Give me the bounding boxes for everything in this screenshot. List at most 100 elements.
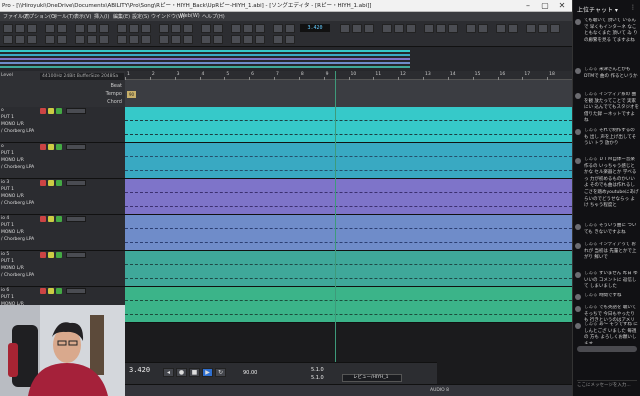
record-arm-button[interactable] [40, 144, 46, 150]
volume-fader[interactable] [66, 144, 86, 150]
tool-button[interactable] [394, 24, 404, 33]
tool-button[interactable] [231, 35, 241, 44]
solo-button[interactable] [48, 180, 54, 186]
tool-button[interactable] [201, 35, 211, 44]
audio-clip[interactable] [125, 143, 572, 179]
tool-button[interactable] [183, 35, 193, 44]
tool-button[interactable] [183, 24, 193, 33]
tempo-marker[interactable]: 90 [127, 91, 136, 98]
menu-view[interactable]: 表示(V) [74, 13, 91, 20]
tool-button[interactable] [45, 24, 55, 33]
record-arm-button[interactable] [40, 252, 46, 258]
tool-button[interactable] [340, 24, 350, 33]
tool-button[interactable] [99, 24, 109, 33]
record-arm-button[interactable] [40, 288, 46, 294]
tool-button[interactable] [255, 35, 265, 44]
tool-button[interactable] [27, 24, 37, 33]
minimize-button[interactable]: – [520, 0, 536, 12]
mute-button[interactable] [56, 108, 62, 114]
tool-button[interactable] [496, 24, 506, 33]
tool-button[interactable] [57, 35, 67, 44]
tool-button[interactable] [159, 24, 169, 33]
tool-button[interactable] [129, 24, 139, 33]
track-header[interactable]: io 5 PUT 1 MONO L/R / Chorberg LPA [0, 251, 125, 287]
tool-button[interactable] [550, 24, 560, 33]
rewind-button[interactable]: ◂ [163, 368, 174, 377]
tool-button[interactable] [213, 35, 223, 44]
tool-button[interactable] [364, 24, 374, 33]
solo-button[interactable] [48, 252, 54, 258]
tool-button[interactable] [466, 24, 476, 33]
tool-button[interactable] [171, 35, 181, 44]
tool-button[interactable] [273, 24, 283, 33]
chat-header[interactable]: 上位チャット ▾ [577, 5, 618, 14]
tool-button[interactable] [448, 24, 458, 33]
maximize-button[interactable]: ▢ [537, 0, 553, 12]
beat-value[interactable]: 5.1.0 [311, 367, 324, 373]
track-header[interactable]: o PUT 1 MONO L/R / Chorberg LPA [0, 143, 125, 179]
pen-mode-display[interactable]: レビュー/HIYH_1 [342, 374, 402, 382]
tool-button[interactable] [382, 24, 392, 33]
tool-button[interactable] [117, 35, 127, 44]
solo-button[interactable] [48, 216, 54, 222]
loop-button[interactable]: ↻ [215, 368, 226, 377]
record-arm-button[interactable] [40, 180, 46, 186]
bar-numbers[interactable]: 1 2 3 4 5 6 7 8 9 10 11 12 13 14 15 16 17 18 [125, 71, 572, 80]
menu-help[interactable]: ヘルプ(H) [202, 13, 225, 20]
tool-button[interactable] [352, 24, 362, 33]
menu-edit[interactable]: 編集(E) [113, 13, 130, 20]
tool-button[interactable] [201, 24, 211, 33]
audio-clip[interactable] [125, 107, 572, 143]
tool-button[interactable] [508, 24, 518, 33]
tool-button[interactable] [15, 35, 25, 44]
volume-fader[interactable] [66, 252, 86, 258]
menu-settings[interactable]: 設定(S) [132, 13, 149, 20]
tool-button[interactable] [117, 24, 127, 33]
tool-button[interactable] [285, 24, 295, 33]
track-header[interactable]: io 4 PUT 1 MONO L/R / Chorberg LPA [0, 215, 125, 251]
menu-tool[interactable]: ツール(T) [52, 13, 74, 20]
tool-button[interactable] [3, 35, 13, 44]
track-header[interactable]: o PUT 1 MONO L/R / Chorberg LPA [0, 107, 125, 143]
tool-button[interactable] [57, 24, 67, 33]
tool-button[interactable] [141, 35, 151, 44]
mute-button[interactable] [56, 288, 62, 294]
volume-fader[interactable] [66, 288, 86, 294]
audio-clip[interactable] [125, 179, 572, 215]
tool-button[interactable] [129, 35, 139, 44]
tool-button[interactable] [213, 24, 223, 33]
tempo-value[interactable]: 90.00 [243, 370, 257, 376]
volume-fader[interactable] [66, 216, 86, 222]
playhead-cursor[interactable] [335, 71, 336, 376]
beat-value-2[interactable]: 5.1.0 [311, 375, 324, 381]
song-overview[interactable] [0, 47, 572, 71]
tool-button[interactable] [75, 24, 85, 33]
tool-button[interactable] [15, 24, 25, 33]
tool-button[interactable] [99, 35, 109, 44]
mute-button[interactable] [56, 180, 62, 186]
tool-button[interactable] [27, 35, 37, 44]
chat-input[interactable]: ここにメッセージを入力... [577, 380, 637, 390]
audio-clip[interactable] [125, 251, 572, 287]
record-button[interactable]: ● [176, 368, 187, 377]
tool-button[interactable] [243, 24, 253, 33]
timeline-ruler[interactable]: 1 2 3 4 5 6 7 8 9 10 11 12 13 14 15 16 17 18 [125, 71, 572, 107]
solo-button[interactable] [48, 144, 54, 150]
tool-button[interactable] [45, 35, 55, 44]
volume-fader[interactable] [66, 108, 86, 114]
tool-button[interactable] [75, 35, 85, 44]
tool-button[interactable] [87, 35, 97, 44]
tool-button[interactable] [406, 24, 416, 33]
mute-button[interactable] [56, 216, 62, 222]
volume-fader[interactable] [66, 180, 86, 186]
tool-button[interactable] [538, 24, 548, 33]
play-button[interactable]: ▶ [202, 368, 213, 377]
tool-button[interactable] [436, 24, 446, 33]
audio-clip[interactable] [125, 215, 572, 251]
more-icon[interactable]: ⋮ [630, 4, 636, 11]
tool-button[interactable] [87, 24, 97, 33]
record-arm-button[interactable] [40, 216, 46, 222]
menu-web[interactable]: Web(W) [180, 13, 200, 19]
tool-button[interactable] [141, 24, 151, 33]
record-arm-button[interactable] [40, 108, 46, 114]
